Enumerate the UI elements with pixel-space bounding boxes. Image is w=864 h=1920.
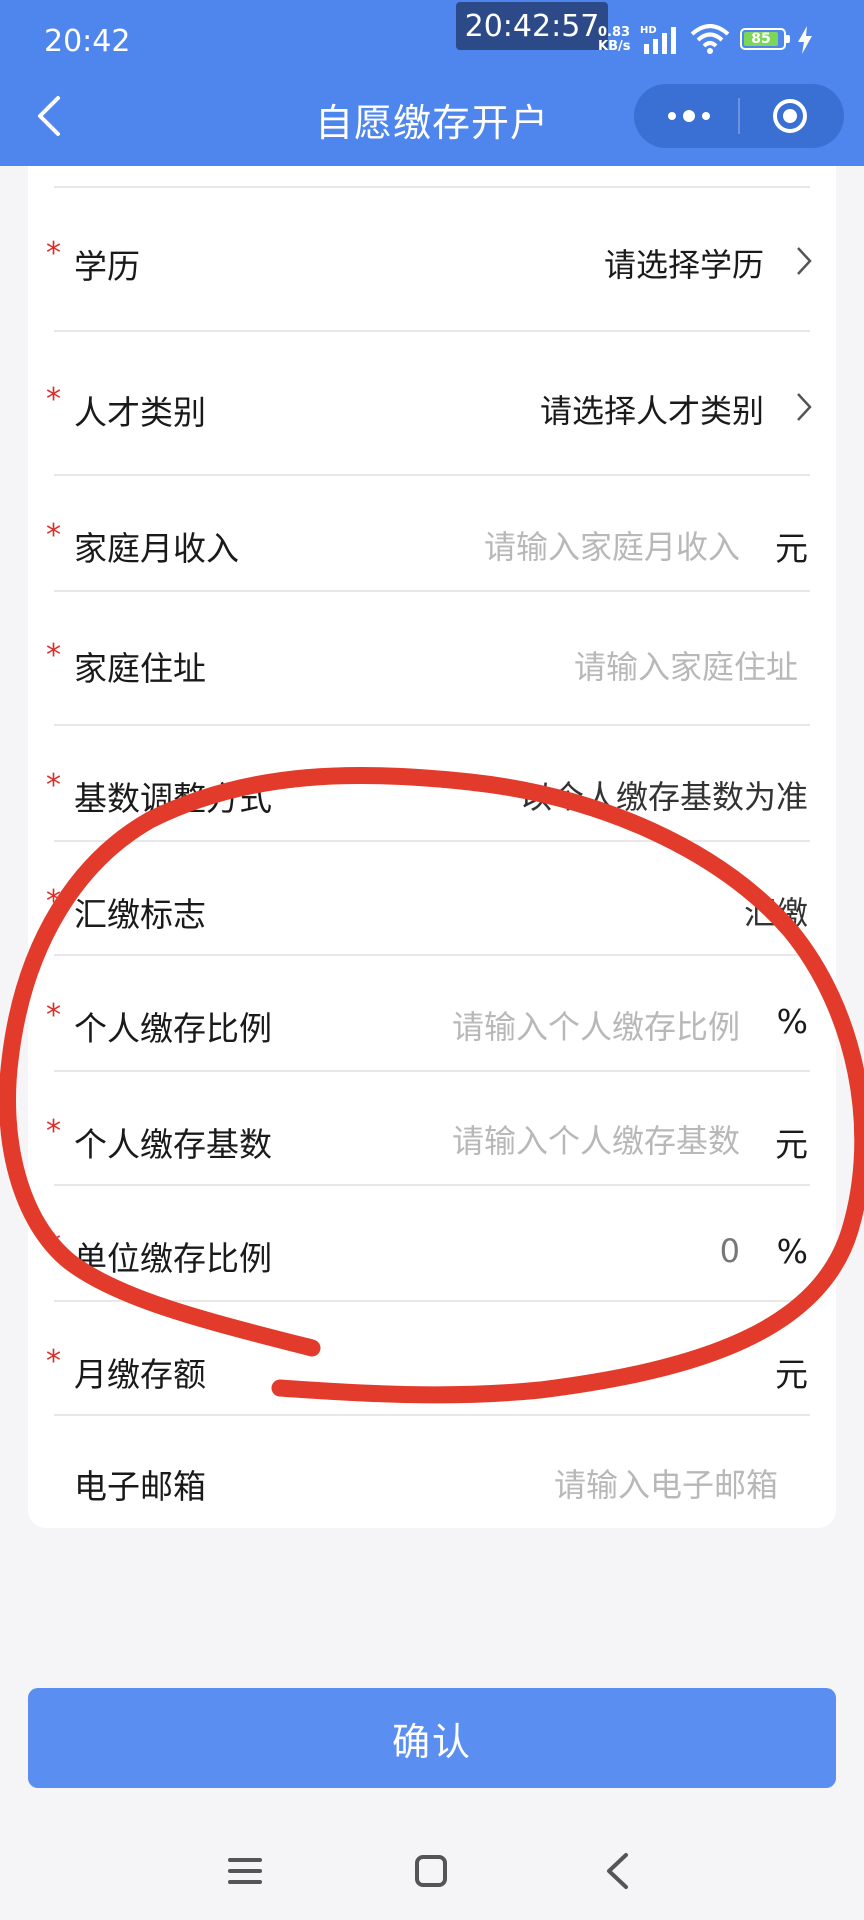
unit-label: 元 (775, 1125, 808, 1164)
required-mark: * (46, 1344, 61, 1379)
system-nav-bar (0, 1820, 864, 1920)
field-label: 个人缴存比例 (74, 1009, 272, 1048)
required-mark: * (46, 236, 61, 271)
form-top-edge (28, 166, 836, 188)
status-time: 20:42 (44, 24, 131, 59)
field-personal-base[interactable]: * 个人缴存基数 请输入个人缴存基数 元 (28, 1072, 836, 1186)
home-icon[interactable] (414, 1854, 448, 1888)
field-base-adjust-mode: * 基数调整方式 以个人缴存基数为准 (28, 726, 836, 842)
field-label: 学历 (74, 247, 140, 286)
field-label: 电子邮箱 (74, 1467, 206, 1506)
required-mark: * (46, 1228, 61, 1263)
close-target-icon[interactable] (772, 98, 808, 134)
required-mark: * (46, 382, 61, 417)
field-remit-flag: * 汇缴标志 汇缴 (28, 842, 836, 956)
nav-back-icon[interactable] (604, 1852, 630, 1890)
field-label: 人才类别 (74, 393, 206, 432)
field-personal-rate[interactable]: * 个人缴存比例 请输入个人缴存比例 % (28, 956, 836, 1072)
field-label: 单位缴存比例 (74, 1239, 272, 1278)
unit-label: 元 (775, 529, 808, 568)
field-label: 汇缴标志 (74, 895, 206, 934)
field-label: 月缴存额 (74, 1355, 206, 1394)
battery-icon: 85 (740, 28, 790, 50)
field-label: 基数调整方式 (74, 779, 272, 818)
confirm-button[interactable]: 确认 (28, 1688, 836, 1788)
chevron-right-icon (797, 393, 812, 421)
app-header: 20:42 20:42:57 0.83 KB/s HD 85 自愿缴存开户 (0, 0, 864, 166)
charging-icon (798, 26, 812, 54)
unit-label: 元 (775, 1355, 808, 1394)
required-mark: * (46, 768, 61, 803)
wifi-icon (690, 24, 730, 54)
field-home-address[interactable]: * 家庭住址 请输入家庭住址 (28, 592, 836, 726)
battery-level: 85 (744, 31, 778, 47)
field-monthly-amount: * 月缴存额 元 (28, 1302, 836, 1416)
unit-label: % (776, 1232, 808, 1271)
email-input[interactable]: 请输入电子邮箱 (554, 1460, 778, 1506)
chevron-right-icon (797, 247, 812, 275)
field-talent-category[interactable]: * 人才类别 请选择人才类别 (28, 332, 836, 476)
base-adjust-mode-value: 以个人缴存基数为准 (519, 778, 808, 816)
unit-label: % (776, 1002, 808, 1041)
remit-flag-value: 汇缴 (743, 894, 808, 932)
field-employer-rate: * 单位缴存比例 0 % (28, 1186, 836, 1302)
menu-icon[interactable] (228, 1856, 262, 1886)
field-family-income[interactable]: * 家庭月收入 请输入家庭月收入 元 (28, 476, 836, 592)
form-card: * 学历 请选择学历 * 人才类别 请选择人才类别 * 家庭月收入 请输入家庭月… (28, 166, 836, 1528)
employer-rate-value: 0 (719, 1232, 740, 1270)
home-address-input[interactable]: 请输入家庭住址 (574, 642, 798, 688)
personal-base-input[interactable]: 请输入个人缴存基数 (452, 1116, 740, 1162)
field-label: 家庭月收入 (74, 529, 239, 568)
net-speed-value: 0.83 (598, 25, 631, 40)
field-label: 个人缴存基数 (74, 1125, 272, 1164)
required-mark: * (46, 518, 61, 553)
net-speed: 0.83 KB/s HD (598, 25, 657, 54)
signal-icon (644, 27, 676, 54)
net-speed-unit: KB/s (598, 39, 631, 54)
personal-rate-input[interactable]: 请输入个人缴存比例 (452, 1002, 740, 1048)
more-icon[interactable] (664, 106, 714, 126)
education-select[interactable]: 请选择学历 (604, 240, 764, 286)
talent-category-select[interactable]: 请选择人才类别 (540, 386, 764, 432)
mini-program-capsule (634, 84, 844, 148)
family-income-input[interactable]: 请输入家庭月收入 (484, 522, 740, 568)
required-mark: * (46, 1114, 61, 1149)
field-education[interactable]: * 学历 请选择学历 (28, 188, 836, 332)
required-mark: * (46, 998, 61, 1033)
field-email[interactable]: 电子邮箱 请输入电子邮箱 (28, 1416, 836, 1528)
required-mark: * (46, 638, 61, 673)
field-label: 家庭住址 (74, 649, 206, 688)
clock-overlay: 20:42:57 (456, 2, 608, 50)
required-mark: * (46, 884, 61, 919)
